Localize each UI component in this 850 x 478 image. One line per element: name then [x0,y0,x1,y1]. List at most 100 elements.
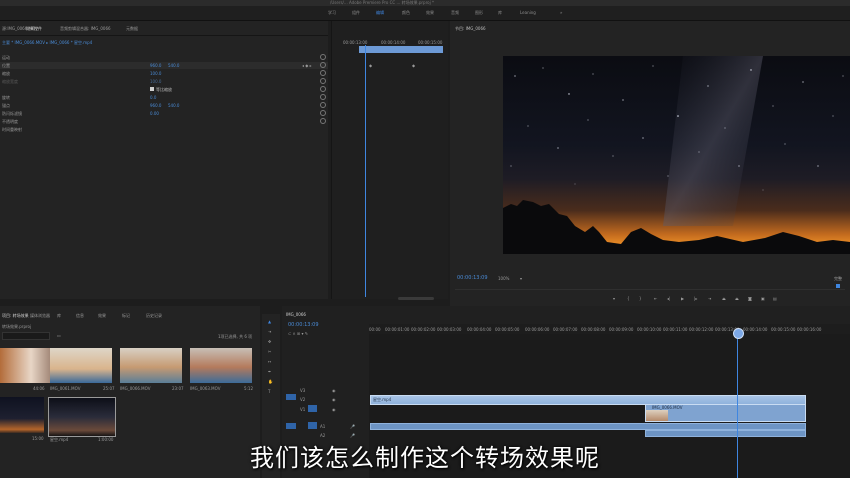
tab-effects[interactable]: 效果 [98,313,106,318]
reset-icon[interactable] [320,78,326,84]
source-patch-v1[interactable] [286,394,296,400]
effect-row-scale-width[interactable]: 缩放宽度 100.0 [0,78,328,85]
eye-icon[interactable]: ◉ [332,388,336,393]
program-monitor-title[interactable]: 节目: IMG_0066 [455,26,486,31]
thumbnail-clip[interactable] [120,348,182,383]
workspace-tab-learn[interactable]: 学习 [328,10,336,16]
thumbnail-clip[interactable] [50,348,112,383]
tab-markers[interactable]: 标记 [122,313,130,318]
mic-icon[interactable]: 🎤 [350,424,355,429]
track-target-v1[interactable] [308,405,317,412]
clip-a2[interactable] [645,430,806,437]
type-tool-icon[interactable]: T [268,389,270,394]
effect-row-position[interactable]: 位置 960.0 540.0 [0,62,328,69]
track-target-a1[interactable] [308,422,317,429]
settings-wrench-icon[interactable] [836,284,840,288]
tab-media-browser[interactable]: 媒体浏览器 [30,313,50,318]
keyframe-icon[interactable]: ◆ [369,63,372,68]
thumbnail-clip[interactable] [190,348,252,383]
workspace-overflow-icon[interactable]: » [560,10,562,15]
thumbnail-clip-selected[interactable] [48,397,116,437]
hand-tool-icon[interactable]: ✋ [268,379,273,384]
button-editor-icon[interactable]: ▤ [773,296,777,301]
effect-row-scale[interactable]: 缩放 100.0 [0,70,328,77]
workspace-tab-effects[interactable]: 效果 [426,10,434,16]
reset-icon[interactable] [320,118,326,124]
ripple-edit-tool-icon[interactable]: ✥ [268,339,271,344]
extract-icon[interactable]: ⏏ [735,296,739,301]
step-back-icon[interactable]: ◂| [667,296,670,301]
eye-icon[interactable]: ◉ [332,397,336,402]
track-label-v2[interactable]: V2 [300,397,305,402]
new-bin-icon[interactable]: ▭ [57,333,61,338]
track-label-v3[interactable]: V3 [300,388,305,393]
project-search-input[interactable] [2,332,50,340]
effect-row-opacity[interactable]: 不透明度 [0,118,328,125]
thumbnail-clip[interactable] [0,397,44,433]
effect-row-time-remap[interactable]: 时间重映射 [0,126,328,133]
tab-metadata[interactable]: 元数据 [126,26,138,31]
tab-info[interactable]: 信息 [76,313,84,318]
effect-row-motion[interactable]: 运动 [0,54,328,61]
reset-icon[interactable] [320,86,326,92]
effect-row-uniform-scale[interactable]: 等比缩放 [0,86,328,93]
effect-row-anchor[interactable]: 锚点 960.0 540.0 [0,102,328,109]
timeline-timecode[interactable]: 00:00:13:09 [288,323,319,328]
razor-tool-icon[interactable]: ✂ [268,349,271,354]
out-point-icon[interactable]: } [639,296,642,301]
reset-icon[interactable] [320,70,326,76]
zoom-dropdown-icon[interactable]: ▾ [520,276,522,281]
zoom-level[interactable]: 100% [498,276,509,281]
workspace-tab-editing[interactable]: 编辑 [376,10,384,16]
selection-tool-icon[interactable]: ▲ [268,319,271,324]
workspace-tab-libraries[interactable]: 库 [498,10,502,16]
reset-icon[interactable] [320,94,326,100]
track-label-a1[interactable]: A1 [320,424,325,429]
reset-icon[interactable] [320,102,326,108]
eye-icon[interactable]: ◉ [332,407,336,412]
uniform-scale-checkbox[interactable] [150,87,154,91]
reset-icon[interactable] [320,62,326,68]
source-patch-a1[interactable] [286,423,296,429]
workspace-tab-graphics[interactable]: 图形 [475,10,483,16]
slip-tool-icon[interactable]: ↔ [268,359,271,364]
add-marker-icon[interactable]: ▾ [613,296,615,301]
ec-playhead[interactable] [365,45,366,297]
clip-v2[interactable]: IMG_0066.MOV [645,404,806,422]
step-forward-icon[interactable]: |▸ [694,296,697,301]
snap-icon[interactable]: ⊂ ∩ ⊞ ▾ ✎ [288,331,308,336]
tab-libraries[interactable]: 库 [57,313,61,318]
track-label-v1[interactable]: V1 [300,407,305,412]
keyframe-icon[interactable]: ◆ [412,63,415,68]
playhead-handle[interactable] [733,328,744,339]
ec-zoom-scrollbar[interactable] [398,297,434,300]
program-timecode[interactable]: 00:00:13:09 [457,276,488,281]
timeline-tab[interactable]: IMG_0066 [286,312,306,317]
reset-icon[interactable] [320,54,326,60]
effect-row-rotation[interactable]: 旋转 0.0 [0,94,328,101]
lift-icon[interactable]: ⏏ [722,296,726,301]
workspace-tab-learning[interactable]: Leaning [520,10,536,15]
effect-row-anti-flicker[interactable]: 防闪烁滤镜 0.00 [0,110,328,117]
compare-icon[interactable]: ▣ [761,296,765,301]
effect-controls-timeline[interactable]: 00:00:13:00 00:00:14:00 00:00:15:00 ◆ ◆ [331,21,448,300]
play-icon[interactable]: ▶ [681,296,684,301]
track-select-tool-icon[interactable]: ⇥ [268,329,271,334]
pen-tool-icon[interactable]: ✒ [268,369,271,374]
effect-source-line[interactable]: 主要 * IMG_0066.MOV ▸ IMG_0066 * 星空.mp4 [2,40,92,45]
keyframe-nav-icon[interactable]: ◂ ◆ ▸ [302,63,312,68]
go-to-in-icon[interactable]: ⇤ [654,296,657,301]
tab-project[interactable]: 项目: 转场效果 [2,313,29,318]
reset-icon[interactable] [320,110,326,116]
go-to-out-icon[interactable]: ⇥ [708,296,711,301]
quality-select[interactable]: 完整 [834,276,842,281]
ec-clip-bar[interactable] [359,46,443,53]
timeline-ruler[interactable]: 00:00 00:00:01:00 00:00:02:00 00:00:03:0… [369,324,850,334]
tab-history[interactable]: 历史记录 [146,313,162,318]
workspace-tab-audio[interactable]: 音频 [451,10,459,16]
tab-effect-controls[interactable]: 效果控件 [26,26,42,31]
workspace-tab-color[interactable]: 颜色 [402,10,410,16]
in-point-icon[interactable]: { [627,296,630,301]
workspace-tab-assembly[interactable]: 组件 [352,10,360,16]
tab-audio-clip-mixer[interactable]: 音频剪辑混合器: IMG_0066 [60,26,111,31]
